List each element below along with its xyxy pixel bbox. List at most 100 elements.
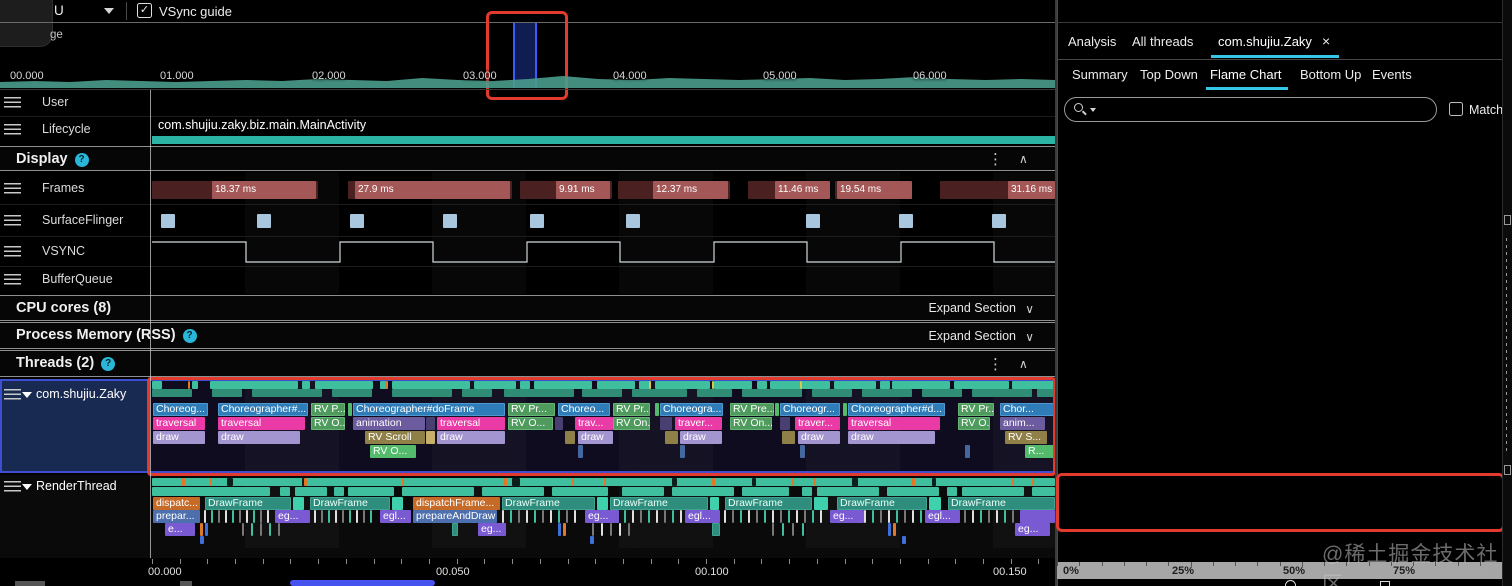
anim-chip[interactable]: anim... bbox=[1000, 417, 1045, 430]
event-chip[interactable] bbox=[443, 214, 457, 228]
event-chip[interactable] bbox=[293, 497, 304, 510]
event-chip[interactable] bbox=[992, 214, 1006, 228]
memory-expand-label[interactable]: Expand Section bbox=[928, 329, 1016, 343]
event-chip[interactable] bbox=[880, 381, 890, 389]
choreogr-chip[interactable]: Choreogr... bbox=[780, 403, 840, 416]
event-chip[interactable] bbox=[1037, 389, 1055, 397]
event-chip[interactable] bbox=[257, 214, 271, 228]
11-46-ms-chip[interactable]: 11.46 ms bbox=[775, 181, 830, 199]
event-chip[interactable] bbox=[932, 478, 936, 486]
event-chip[interactable] bbox=[712, 478, 715, 486]
event-chip[interactable] bbox=[295, 487, 327, 496]
event-chip[interactable] bbox=[622, 487, 664, 496]
frames-row-grip-icon[interactable] bbox=[4, 183, 21, 194]
rv-s-chip[interactable]: RV S... bbox=[1005, 431, 1047, 444]
event-chip[interactable] bbox=[852, 478, 858, 486]
event-chip[interactable] bbox=[348, 487, 394, 496]
event-chip[interactable] bbox=[742, 487, 789, 496]
main-thread-expand-caret-icon[interactable] bbox=[22, 392, 32, 398]
traversal-chip[interactable]: traversal bbox=[848, 417, 940, 430]
event-chip[interactable] bbox=[887, 487, 939, 496]
rv-p-chip[interactable]: RV P... bbox=[311, 403, 345, 416]
event-chip[interactable] bbox=[902, 536, 906, 544]
bufferqueue-row-label[interactable]: BufferQueue bbox=[42, 272, 113, 286]
event-chip[interactable] bbox=[862, 389, 912, 397]
event-chip[interactable] bbox=[812, 389, 852, 397]
drawframe-chip[interactable]: DrawFrame bbox=[205, 497, 291, 510]
dispatchframe-chip[interactable]: dispatchFrame... bbox=[413, 497, 500, 510]
event-chip[interactable] bbox=[161, 214, 175, 228]
event-chip[interactable] bbox=[806, 214, 820, 228]
choreogra-chip[interactable]: Choreogra... bbox=[660, 403, 723, 416]
display-collapse-icon[interactable]: ∧ bbox=[1019, 152, 1028, 166]
event-chip[interactable] bbox=[334, 487, 344, 496]
tab-top-down[interactable]: Top Down bbox=[1140, 67, 1198, 82]
event-chip[interactable] bbox=[392, 497, 403, 510]
event-chip[interactable] bbox=[814, 478, 816, 486]
event-chip[interactable] bbox=[462, 389, 492, 397]
event-chip[interactable] bbox=[558, 523, 561, 536]
event-chip[interactable] bbox=[482, 487, 544, 496]
event-chip[interactable] bbox=[965, 445, 970, 458]
traversal-chip[interactable]: traversal bbox=[153, 417, 205, 430]
event-chip[interactable] bbox=[597, 381, 635, 389]
27-9-ms-chip[interactable]: 27.9 ms bbox=[355, 181, 510, 199]
eg-chip[interactable]: eg... bbox=[830, 510, 864, 523]
rv-o-chip[interactable]: RV O... bbox=[370, 445, 416, 458]
rv-pre-chip[interactable]: RV Pre... bbox=[730, 403, 774, 416]
drawframe-chip[interactable]: DrawFrame bbox=[837, 497, 927, 510]
drawframe-chip[interactable]: DrawFrame bbox=[725, 497, 812, 510]
eg-chip[interactable]: eg... bbox=[1015, 523, 1050, 536]
rv-o-chip[interactable]: RV O... bbox=[958, 417, 990, 430]
draw-chip[interactable]: draw bbox=[798, 431, 840, 444]
event-chip[interactable] bbox=[1012, 381, 1055, 389]
lifecycle-row-label[interactable]: Lifecycle bbox=[42, 122, 91, 136]
match-case-checkbox[interactable] bbox=[1449, 102, 1463, 116]
drawframe-chip[interactable]: DrawFrame bbox=[502, 497, 595, 510]
help-icon[interactable]: ? bbox=[101, 357, 116, 371]
event-chip[interactable] bbox=[555, 417, 563, 430]
rv-o-chip[interactable]: RV O... bbox=[311, 417, 345, 430]
event-chip[interactable] bbox=[572, 478, 574, 486]
tab-close-icon[interactable]: × bbox=[1322, 33, 1330, 49]
event-chip[interactable] bbox=[742, 389, 802, 397]
choreog-chip[interactable]: Choreog... bbox=[153, 403, 208, 416]
drawframe-chip[interactable]: DrawFrame bbox=[310, 497, 390, 510]
event-chip[interactable] bbox=[152, 381, 162, 389]
event-chip[interactable] bbox=[578, 445, 583, 458]
event-chip[interactable] bbox=[972, 389, 1032, 397]
main-thread-name[interactable]: com.shujiu.Zaky bbox=[36, 387, 126, 401]
event-chip[interactable] bbox=[893, 523, 896, 536]
rv-on-chip[interactable]: RV On... bbox=[730, 417, 772, 430]
event-chip[interactable] bbox=[1020, 510, 1055, 523]
event-chip[interactable] bbox=[899, 214, 913, 228]
lifecycle-row-grip-icon[interactable] bbox=[4, 124, 21, 135]
traversal-chip[interactable]: traversal bbox=[437, 417, 505, 430]
31-16-ms-chip[interactable]: 31.16 ms bbox=[1008, 181, 1055, 199]
draw-chip[interactable]: draw bbox=[437, 431, 505, 444]
drawframe-chip[interactable]: DrawFrame bbox=[948, 497, 1055, 510]
event-chip[interactable] bbox=[200, 536, 204, 544]
event-chip[interactable] bbox=[582, 389, 622, 397]
event-chip[interactable] bbox=[792, 478, 794, 486]
user-row-grip-icon[interactable] bbox=[4, 97, 21, 108]
eg-chip[interactable]: eg... bbox=[585, 510, 619, 523]
event-chip[interactable] bbox=[504, 389, 574, 397]
event-chip[interactable] bbox=[426, 431, 435, 444]
r-chip[interactable]: R... bbox=[1025, 445, 1055, 458]
event-chip[interactable] bbox=[922, 389, 962, 397]
event-chip[interactable] bbox=[182, 478, 185, 486]
event-chip[interactable] bbox=[814, 497, 828, 510]
rv-on-chip[interactable]: RV On... bbox=[613, 417, 650, 430]
search-options-caret-icon[interactable] bbox=[1090, 108, 1096, 112]
memory-section-header[interactable]: Process Memory (RSS)? Expand Section ∨ bbox=[0, 322, 1056, 349]
memory-expand-icon[interactable]: ∨ bbox=[1025, 330, 1034, 344]
lifecycle-event-bar[interactable] bbox=[152, 136, 1055, 144]
event-chip[interactable] bbox=[800, 445, 805, 458]
tab-summary[interactable]: Summary bbox=[1072, 67, 1128, 82]
threads-collapse-icon[interactable]: ∧ bbox=[1019, 357, 1028, 371]
event-chip[interactable] bbox=[192, 381, 198, 389]
event-chip[interactable] bbox=[780, 417, 790, 430]
tool-strip-top-icon[interactable] bbox=[1504, 215, 1511, 225]
event-chip[interactable] bbox=[697, 389, 732, 397]
